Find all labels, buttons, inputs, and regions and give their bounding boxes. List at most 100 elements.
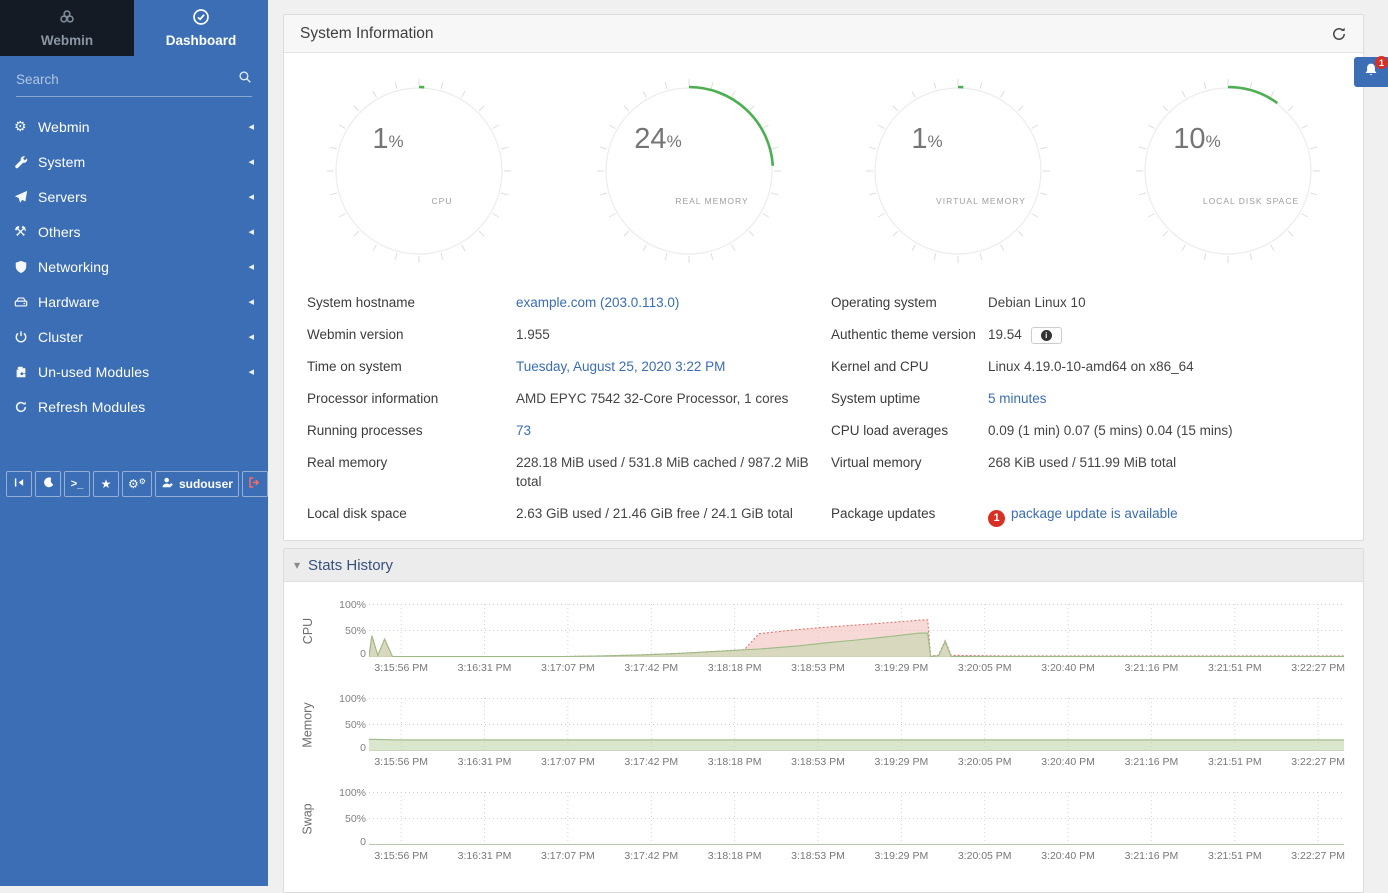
gauge-virtual-memory: 1%VIRTUAL MEMORY xyxy=(824,76,1094,266)
sidebar-item-others[interactable]: ⚒Others◂ xyxy=(0,214,268,249)
refresh-icon xyxy=(14,400,38,414)
x-tick-label: 3:19:29 PM xyxy=(874,756,928,768)
x-tick-label: 3:17:07 PM xyxy=(541,662,595,674)
terminal-button[interactable]: >_ xyxy=(64,471,90,497)
tab-dashboard[interactable]: Dashboard xyxy=(134,0,268,56)
stats-history-title: Stats History xyxy=(308,557,393,574)
gauge-real-memory: 24% REAL MEMORY xyxy=(554,76,824,266)
sidebar-item-system[interactable]: System◂ xyxy=(0,144,268,179)
info-label: System hostname xyxy=(307,293,516,325)
username-label: sudouser xyxy=(179,477,233,491)
y-tick-label: 0 xyxy=(360,836,366,848)
chevron-left-icon: ◂ xyxy=(248,295,254,308)
info-value-cell: Debian Linux 10 xyxy=(988,293,1340,325)
info-value-link[interactable]: example.com (203.0.113.0) xyxy=(516,295,679,310)
star-icon: ★ xyxy=(101,477,112,491)
send-icon xyxy=(14,190,38,204)
chevron-left-icon: ◂ xyxy=(248,330,254,343)
sign-out-icon xyxy=(248,476,261,492)
x-tick-label: 3:17:42 PM xyxy=(624,756,678,768)
x-tick-label: 3:21:16 PM xyxy=(1125,850,1179,862)
info-value: 2.63 GiB used / 21.46 GiB free / 24.1 Gi… xyxy=(516,506,793,521)
sidebar-item-label: Refresh Modules xyxy=(38,399,254,415)
x-tick-label: 3:16:31 PM xyxy=(458,756,512,768)
info-value-cell: 2.63 GiB used / 21.46 GiB free / 24.1 Gi… xyxy=(516,504,831,540)
info-value: 1.955 xyxy=(516,327,550,342)
sidebar-item-label: Servers xyxy=(38,189,248,205)
sidebar-search xyxy=(16,70,252,97)
info-value-link[interactable]: package update is available xyxy=(1011,506,1178,521)
info-value-cell: example.com (203.0.113.0) xyxy=(516,293,831,325)
collapse-sidebar-button[interactable] xyxy=(6,471,32,497)
y-tick-label: 100% xyxy=(339,693,366,705)
info-value-link[interactable]: Tuesday, August 25, 2020 3:22 PM xyxy=(516,359,725,374)
info-value: 0.09 (1 min) 0.07 (5 mins) 0.04 (15 mins… xyxy=(988,423,1233,438)
search-input[interactable] xyxy=(16,72,238,87)
user-button[interactable]: sudouser xyxy=(155,471,239,497)
info-value-cell: 73 xyxy=(516,421,831,453)
theme-settings-button[interactable]: ⚙⚙ xyxy=(122,471,152,497)
gauges-row: 1%CPU24%REAL MEMORY1%VIRTUAL MEMORY10%LO… xyxy=(284,76,1363,266)
sidebar-item-hardware[interactable]: Hardware◂ xyxy=(0,284,268,319)
update-count-badge: 1 xyxy=(988,510,1005,527)
sidebar-item-refresh-modules[interactable]: Refresh Modules xyxy=(0,389,268,424)
x-tick-label: 3:22:27 PM xyxy=(1291,756,1345,768)
series-memory-used-area xyxy=(369,739,1344,751)
chevron-left-icon: ◂ xyxy=(248,365,254,378)
x-tick-label: 3:18:18 PM xyxy=(708,662,762,674)
x-tick-label: 3:18:18 PM xyxy=(708,850,762,862)
sidebar-item-un-used-modules[interactable]: Un-used Modules◂ xyxy=(0,354,268,389)
chevron-left-icon: ◂ xyxy=(248,155,254,168)
info-label: CPU load averages xyxy=(831,421,988,453)
gauge-value: 10% xyxy=(1173,123,1220,155)
refresh-icon xyxy=(1331,26,1347,42)
sidebar-item-label: Others xyxy=(38,224,248,240)
y-tick-label: 0 xyxy=(360,648,366,660)
notifications-tab[interactable]: 1 xyxy=(1354,57,1388,87)
night-mode-button[interactable] xyxy=(35,471,61,497)
logout-button[interactable] xyxy=(242,471,268,497)
theme-info-button[interactable]: i xyxy=(1031,327,1062,344)
tab-webmin[interactable]: Webmin xyxy=(0,0,134,56)
sidebar-item-servers[interactable]: Servers◂ xyxy=(0,179,268,214)
info-value-cell: 0.09 (1 min) 0.07 (5 mins) 0.04 (15 mins… xyxy=(988,421,1340,453)
info-label: Time on system xyxy=(307,357,516,389)
system-info-table: System hostnameexample.com (203.0.113.0)… xyxy=(284,293,1363,540)
user-icon xyxy=(161,476,174,492)
sidebar-item-label: Webmin xyxy=(38,119,248,135)
info-value: 19.54 xyxy=(988,327,1022,342)
x-tick-label: 3:20:05 PM xyxy=(958,850,1012,862)
y-axis: 100%50%0 xyxy=(314,792,366,845)
stats-history-header[interactable]: ▾ Stats History xyxy=(284,549,1363,582)
favorites-button[interactable]: ★ xyxy=(93,471,119,497)
gauge-value: 24% xyxy=(634,123,681,155)
x-tick-label: 3:16:31 PM xyxy=(458,662,512,674)
x-tick-label: 3:17:42 PM xyxy=(624,850,678,862)
stats-history-panel: ▾ Stats History CPU100%50%03:15:56 PM3:1… xyxy=(283,548,1364,893)
info-label: Real memory xyxy=(307,453,516,504)
system-information-header: System Information xyxy=(284,15,1363,53)
info-value-cell: 5 minutes xyxy=(988,389,1340,421)
info-value-link[interactable]: 5 minutes xyxy=(988,391,1047,406)
gauge-label: REAL MEMORY xyxy=(675,196,748,206)
info-value: Debian Linux 10 xyxy=(988,295,1086,310)
sidebar-item-cluster[interactable]: Cluster◂ xyxy=(0,319,268,354)
sidebar-item-webmin[interactable]: ⚙Webmin◂ xyxy=(0,109,268,144)
x-tick-label: 3:16:31 PM xyxy=(458,850,512,862)
info-label: System uptime xyxy=(831,389,988,421)
refresh-button[interactable] xyxy=(1331,26,1347,42)
notification-badge: 1 xyxy=(1375,56,1388,69)
sidebar-item-label: Networking xyxy=(38,259,248,275)
sidebar-item-label: Hardware xyxy=(38,294,248,310)
x-tick-label: 3:21:51 PM xyxy=(1208,756,1262,768)
x-tick-label: 3:15:56 PM xyxy=(374,662,428,674)
info-value-link[interactable]: 73 xyxy=(516,423,531,438)
sidebar-item-networking[interactable]: Networking◂ xyxy=(0,249,268,284)
x-tick-label: 3:21:16 PM xyxy=(1125,662,1179,674)
chart-plot-area xyxy=(369,698,1344,751)
sidebar: Webmin Dashboard ⚙Webmin◂System◂Servers◂… xyxy=(0,0,268,886)
x-tick-label: 3:18:53 PM xyxy=(791,756,845,768)
x-tick-label: 3:22:27 PM xyxy=(1291,662,1345,674)
chart-cpu: CPU100%50%03:15:56 PM3:16:31 PM3:17:07 P… xyxy=(284,582,1363,676)
x-tick-label: 3:17:07 PM xyxy=(541,850,595,862)
